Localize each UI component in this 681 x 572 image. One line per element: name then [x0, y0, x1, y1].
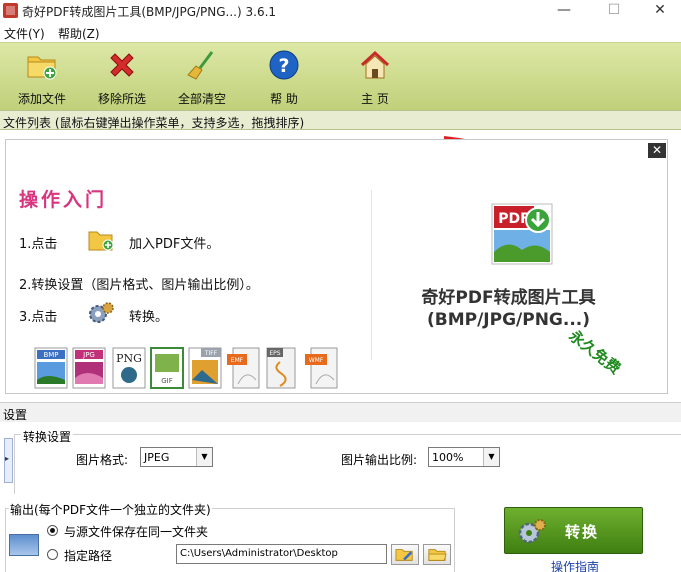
remove-selected-label: 移除所选 — [97, 92, 146, 106]
settings-header: 设置 — [0, 402, 681, 422]
step-3-suffix: 转换。 — [129, 310, 169, 325]
svg-text:PDF: PDF — [498, 211, 529, 227]
step-1: 1.点击 加入PDF文件。 — [19, 231, 219, 252]
open-folder-button[interactable] — [423, 544, 451, 565]
pdf-image-logo: PDF — [491, 203, 553, 265]
title-bar: 奇好PDF转成图片工具(BMP/JPG/PNG...) 3.6.1 — ☐ ✕ — [0, 0, 681, 22]
remove-selected-button[interactable]: 移除所选 — [85, 47, 159, 109]
gear-icon — [89, 302, 114, 323]
help-label: 帮 助 — [270, 92, 298, 106]
conversion-settings-title: 转换设置 — [21, 428, 74, 445]
brand-name: 奇好PDF转成图片工具 (BMP/JPG/PNG...) — [386, 287, 631, 331]
guide-close-button[interactable]: ✕ — [648, 143, 666, 158]
bmp-file-icon: BMP — [34, 344, 68, 390]
svg-text:?: ? — [278, 55, 289, 77]
image-format-value: JPEG — [144, 451, 170, 464]
add-folder-icon — [88, 231, 114, 251]
add-folder-icon — [27, 56, 57, 80]
clear-all-button[interactable]: 全部清空 — [165, 47, 239, 109]
menu-help[interactable]: 帮助(Z) — [58, 25, 100, 42]
help-icon: ? — [269, 50, 299, 80]
broom-icon — [187, 51, 214, 80]
chevron-down-icon: ▼ — [483, 448, 499, 466]
home-label: 主 页 — [361, 92, 389, 106]
app-icon — [3, 3, 18, 18]
settings-collapse-tab[interactable] — [4, 438, 13, 483]
format-label: WMF — [309, 357, 324, 364]
eps-file-icon: EPS — [264, 344, 298, 390]
open-folder-icon — [428, 549, 447, 561]
gear-icon — [518, 519, 546, 544]
format-label: JPG — [82, 351, 95, 359]
output-group-title: 输出(每个PDF文件一个独立的文件夹) — [9, 501, 212, 518]
operation-guide-link[interactable]: 操作指南 — [551, 558, 599, 572]
free-forever-text: 永久免费 — [565, 326, 625, 378]
menu-file[interactable]: 文件(Y) — [4, 25, 45, 42]
folder-edit-icon — [395, 549, 413, 561]
settings-label: 设置 — [3, 408, 28, 422]
maximize-button[interactable]: ☐ — [591, 0, 637, 22]
format-label: BMP — [43, 351, 58, 359]
file-list-header: 文件列表 (鼠标右键弹出操作菜单，支持多选，拖拽排序) — [0, 110, 681, 130]
wmf-file-icon: WMF — [304, 344, 338, 390]
radio-custom-path[interactable] — [47, 549, 58, 560]
home-button[interactable]: 主 页 — [338, 47, 412, 109]
guide-title: 操作入门 — [19, 189, 108, 211]
output-image-icon — [9, 534, 39, 556]
brand-line-1: 奇好PDF转成图片工具 — [421, 288, 596, 308]
step-3-prefix: 3.点击 — [19, 310, 58, 325]
emf-file-icon: EMF — [226, 344, 260, 390]
gif-file-icon: GIF — [150, 344, 184, 390]
minimize-button[interactable]: — — [541, 0, 587, 22]
convert-label: 转换 — [565, 523, 600, 541]
radio-same-folder-label[interactable]: 与源文件保存在同一文件夹 — [64, 523, 208, 540]
output-ratio-select[interactable]: 100% ▼ — [428, 447, 500, 467]
png-file-icon: PNG — [112, 344, 146, 390]
output-ratio-label: 图片输出比例: — [341, 453, 418, 467]
format-label: PNG — [116, 352, 142, 365]
output-ratio-value: 100% — [432, 451, 464, 464]
radio-custom-path-label[interactable]: 指定路径 — [64, 547, 112, 564]
help-button[interactable]: ? 帮 助 — [247, 47, 321, 109]
add-file-label: 添加文件 — [17, 92, 66, 106]
step-3: 3.点击 转换。 — [19, 302, 168, 325]
add-file-button[interactable]: 添加文件 — [5, 47, 79, 109]
chevron-down-icon: ▼ — [196, 448, 212, 466]
browse-path-button[interactable] — [391, 544, 419, 565]
close-button[interactable]: ✕ — [637, 0, 681, 22]
format-label: TIFF — [204, 350, 218, 357]
format-label: EPS — [269, 350, 280, 357]
output-path-input[interactable]: C:\Users\Administrator\Desktop — [176, 544, 387, 564]
format-label: EMF — [231, 357, 244, 364]
menu-bar: 文件(Y) 帮助(Z) — [0, 22, 681, 42]
output-group: 输出(每个PDF文件一个独立的文件夹) 与源文件保存在同一文件夹 指定路径 C:… — [5, 501, 455, 572]
conversion-settings-group: 转换设置 图片格式: JPEG ▼ 图片输出比例: 100% ▼ — [14, 428, 681, 494]
clear-all-label: 全部清空 — [177, 92, 226, 106]
step-1-suffix: 加入PDF文件。 — [129, 237, 220, 252]
panel-divider — [371, 190, 372, 360]
format-label: GIF — [161, 377, 173, 385]
home-icon — [360, 50, 390, 79]
step-1-prefix: 1.点击 — [19, 237, 58, 252]
window-title: 奇好PDF转成图片工具(BMP/JPG/PNG...) 3.6.1 — [22, 5, 277, 19]
remove-icon — [110, 53, 134, 77]
radio-same-folder[interactable] — [47, 525, 58, 536]
image-format-select[interactable]: JPEG ▼ — [140, 447, 213, 467]
image-format-label: 图片格式: — [76, 453, 129, 467]
brand-line-2: (BMP/JPG/PNG...) — [426, 310, 591, 330]
toolbar: 添加文件 移除所选 全部清空 ? 帮 助 主 页 — [0, 42, 681, 110]
file-list-panel[interactable]: ✕ 操作入门 1.点击 加入PDF文件。 2.转换设置（图片格式、图片输出比例）… — [5, 139, 668, 394]
convert-button[interactable]: 转换 — [504, 507, 643, 554]
jpg-file-icon: JPG — [72, 344, 106, 390]
file-list-label: 文件列表 (鼠标右键弹出操作菜单，支持多选，拖拽排序) — [3, 116, 305, 130]
tiff-file-icon: TIFF — [188, 344, 222, 390]
step-2: 2.转换设置（图片格式、图片输出比例）。 — [19, 278, 259, 293]
